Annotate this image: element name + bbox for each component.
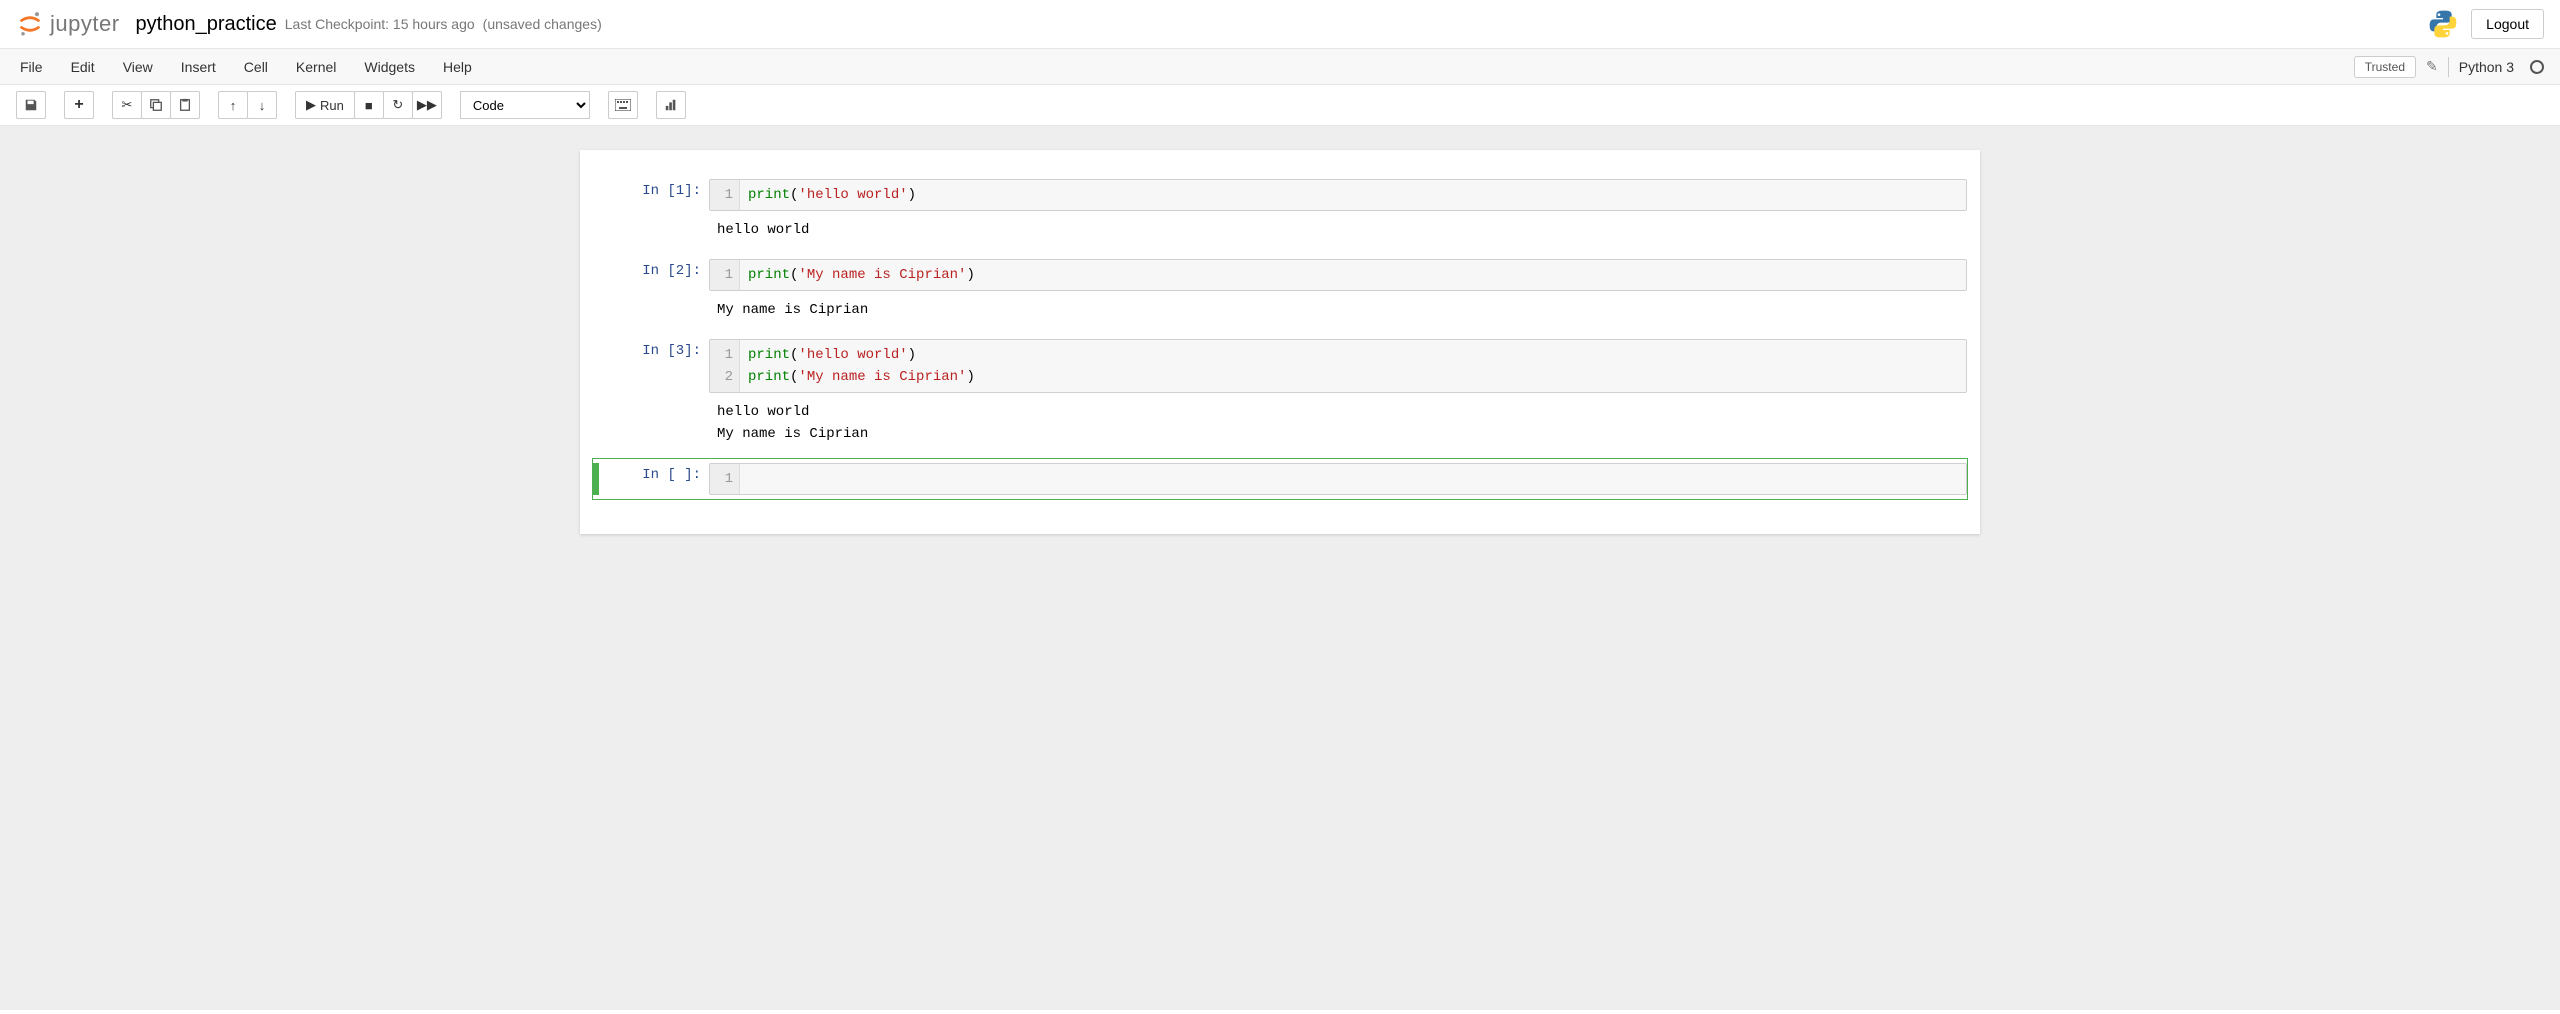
- run-button[interactable]: ▶ Run: [295, 91, 355, 119]
- edit-icon[interactable]: ✎: [2426, 58, 2438, 75]
- output-content: My name is Ciprian: [709, 295, 1967, 325]
- line-gutter: 1: [710, 260, 740, 290]
- save-button[interactable]: [16, 91, 46, 119]
- copy-button[interactable]: [141, 91, 171, 119]
- restart-run-all-button[interactable]: ▶▶: [412, 91, 442, 119]
- run-label: Run: [320, 98, 344, 113]
- code-input[interactable]: 1: [709, 463, 1967, 495]
- arrow-up-icon: ↑: [230, 98, 237, 113]
- menu-help[interactable]: Help: [443, 59, 472, 75]
- trusted-button[interactable]: Trusted: [2354, 56, 2416, 78]
- output-prompt: [599, 295, 709, 325]
- menu-cell[interactable]: Cell: [244, 59, 268, 75]
- cut-icon: ✂: [122, 97, 133, 113]
- kernel-name[interactable]: Python 3: [2459, 59, 2514, 75]
- input-prompt: In [2]:: [599, 259, 709, 291]
- move-down-button[interactable]: ↓: [247, 91, 277, 119]
- code-cell[interactable]: In [ ]:1: [592, 458, 1968, 500]
- code-cell[interactable]: In [3]:12print('hello world') print('My …: [592, 334, 1968, 454]
- menu-file[interactable]: File: [20, 59, 43, 75]
- menubar: FileEditViewInsertCellKernelWidgetsHelp …: [0, 49, 2560, 85]
- input-prompt: In [ ]:: [599, 463, 709, 495]
- arrow-down-icon: ↓: [259, 98, 266, 113]
- line-gutter: 1: [710, 464, 740, 494]
- jupyter-icon: [16, 10, 44, 38]
- code-cell[interactable]: In [2]:1print('My name is Ciprian') My na…: [592, 254, 1968, 330]
- jupyter-wordmark: jupyter: [50, 11, 120, 37]
- menu-insert[interactable]: Insert: [181, 59, 216, 75]
- code-content[interactable]: print('hello world') print('My name is C…: [740, 340, 1966, 392]
- chart-icon: [664, 98, 678, 112]
- menu-kernel[interactable]: Kernel: [296, 59, 336, 75]
- code-cell[interactable]: In [1]:1print('hello world') hello world: [592, 174, 1968, 250]
- notebook-header: jupyter python_practice Last Checkpoint:…: [0, 0, 2560, 49]
- stop-icon: ■: [365, 98, 373, 113]
- checkpoint-status: Last Checkpoint: 15 hours ago: [285, 16, 475, 32]
- code-content[interactable]: [740, 464, 1966, 494]
- fast-forward-icon: ▶▶: [417, 97, 437, 113]
- insert-cell-button[interactable]: +: [64, 91, 94, 119]
- copy-icon: [149, 98, 163, 112]
- menu-edit[interactable]: Edit: [71, 59, 95, 75]
- notebook-background: In [1]:1print('hello world')hello worldI…: [0, 126, 2560, 1010]
- output-prompt: [599, 397, 709, 449]
- output-content: hello world: [709, 215, 1967, 245]
- paste-icon: [178, 98, 192, 112]
- logout-button[interactable]: Logout: [2471, 9, 2544, 39]
- code-input[interactable]: 1print('My name is Ciprian'): [709, 259, 1967, 291]
- save-icon: [24, 98, 38, 112]
- menu-view[interactable]: View: [123, 59, 153, 75]
- chart-button[interactable]: [656, 91, 686, 119]
- kernel-indicator-icon[interactable]: [2530, 60, 2544, 74]
- restart-button[interactable]: ↻: [383, 91, 413, 119]
- code-content[interactable]: print('My name is Ciprian'): [740, 260, 1966, 290]
- separator: [2448, 57, 2449, 77]
- autosave-status: (unsaved changes): [483, 16, 602, 32]
- interrupt-button[interactable]: ■: [354, 91, 384, 119]
- move-up-button[interactable]: ↑: [218, 91, 248, 119]
- cut-button[interactable]: ✂: [112, 91, 142, 119]
- cell-type-select[interactable]: Code: [460, 91, 590, 119]
- code-input[interactable]: 12print('hello world') print('My name is…: [709, 339, 1967, 393]
- notebook-name[interactable]: python_practice: [136, 13, 277, 36]
- input-prompt: In [1]:: [599, 179, 709, 211]
- code-content[interactable]: print('hello world'): [740, 180, 1966, 210]
- run-icon: ▶: [306, 97, 316, 113]
- output-prompt: [599, 215, 709, 245]
- plus-icon: +: [74, 96, 83, 114]
- jupyter-logo[interactable]: jupyter: [16, 10, 120, 38]
- input-prompt: In [3]:: [599, 339, 709, 393]
- line-gutter: 1: [710, 180, 740, 210]
- python-icon: [2427, 8, 2459, 40]
- output-content: hello world My name is Ciprian: [709, 397, 1967, 449]
- restart-icon: ↻: [392, 97, 403, 113]
- line-gutter: 12: [710, 340, 740, 392]
- keyboard-icon: [615, 99, 631, 111]
- code-input[interactable]: 1print('hello world'): [709, 179, 1967, 211]
- notebook-container: In [1]:1print('hello world')hello worldI…: [580, 150, 1980, 534]
- paste-button[interactable]: [170, 91, 200, 119]
- menu-widgets[interactable]: Widgets: [364, 59, 415, 75]
- toolbar: + ✂ ↑ ↓ ▶ Run ■ ↻ ▶▶: [0, 85, 2560, 126]
- command-palette-button[interactable]: [608, 91, 638, 119]
